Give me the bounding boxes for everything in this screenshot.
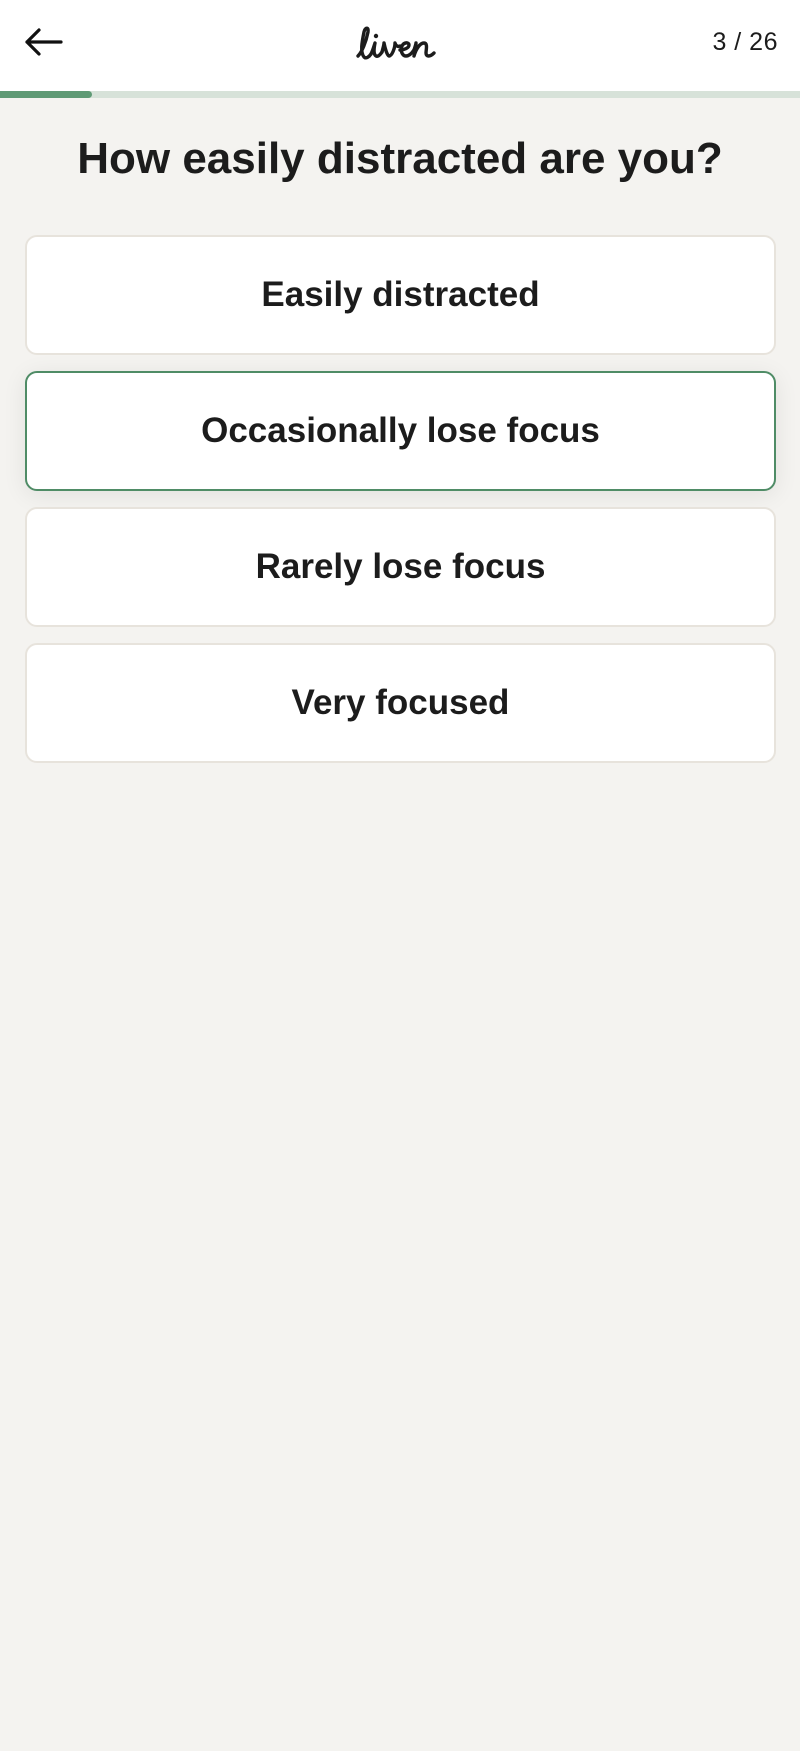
step-counter: 3 / 26 <box>712 28 778 56</box>
top-bar: 3 / 26 <box>0 0 800 91</box>
option-easily-distracted[interactable]: Easily distracted <box>25 235 776 355</box>
back-button[interactable] <box>20 22 66 62</box>
liven-logo <box>340 18 460 70</box>
option-label: Occasionally lose focus <box>201 411 600 450</box>
option-label: Easily distracted <box>261 275 540 314</box>
question-title: How easily distracted are you? <box>77 134 723 183</box>
answer-options: Easily distracted Occasionally lose focu… <box>25 235 776 779</box>
progress-bar-fill <box>0 91 92 98</box>
option-label: Very focused <box>291 683 510 722</box>
option-very-focused[interactable]: Very focused <box>25 643 776 763</box>
option-label: Rarely lose focus <box>255 547 546 586</box>
arrow-left-icon <box>25 28 63 56</box>
option-rarely-lose-focus[interactable]: Rarely lose focus <box>25 507 776 627</box>
progress-bar <box>0 91 800 98</box>
option-occasionally-lose-focus[interactable]: Occasionally lose focus <box>25 371 776 491</box>
